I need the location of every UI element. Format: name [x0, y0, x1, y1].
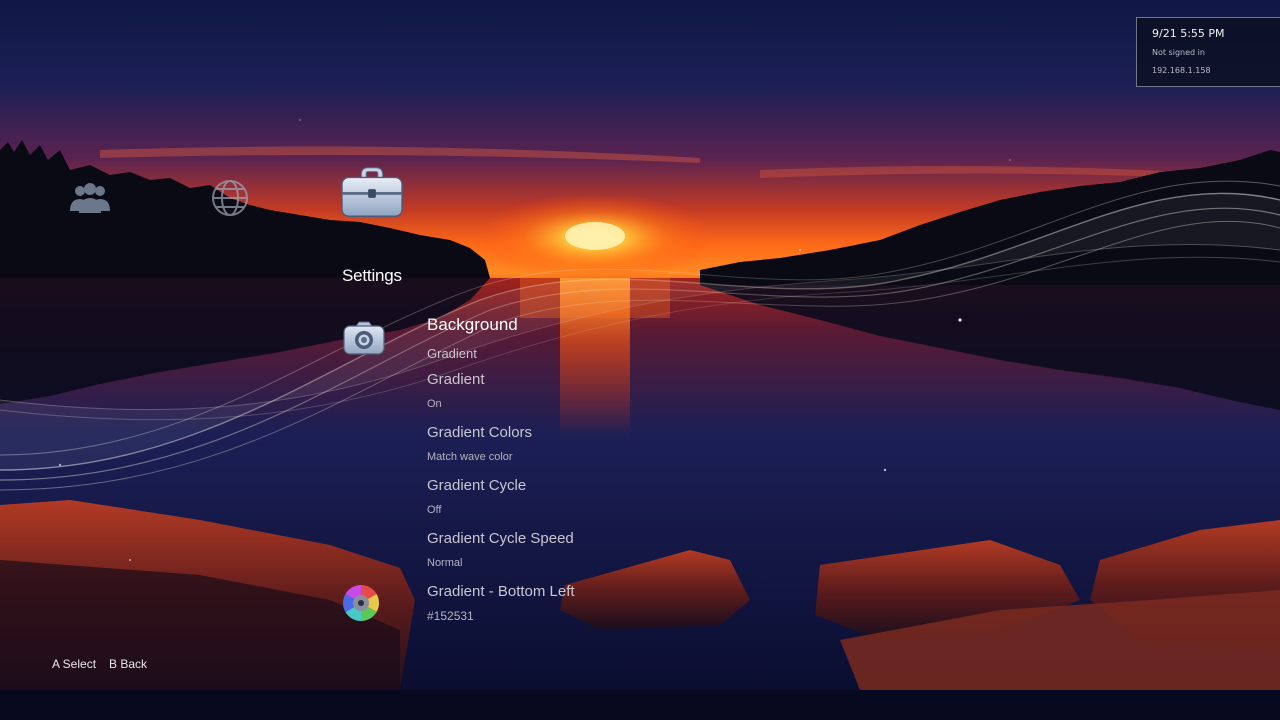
ip-address: 192.168.1.158	[1152, 66, 1211, 75]
setting-gradient-bottom-left[interactable]: Gradient - Bottom Left	[427, 583, 575, 600]
hint-back: B Back	[109, 657, 148, 671]
network-globe-icon[interactable]	[198, 172, 262, 224]
setting-gradient[interactable]: Gradient	[427, 371, 485, 388]
setting-gradient-colors-value: Match wave color	[427, 451, 513, 463]
setting-gradient-colors[interactable]: Gradient Colors	[427, 424, 532, 441]
system-status-panel: 9/21 5:55 PM Not signed in 192.168.1.158	[1136, 17, 1280, 87]
setting-gradient-cycle[interactable]: Gradient Cycle	[427, 477, 526, 494]
color-wheel-icon	[341, 583, 381, 623]
setting-gradient-cycle-speed[interactable]: Gradient Cycle Speed	[427, 530, 574, 547]
setting-gradient-bottom-left-value: #152531	[427, 609, 474, 623]
toolbox-icon[interactable]	[340, 166, 404, 218]
setting-gradient-cycle-value: Off	[427, 504, 442, 516]
friends-icon[interactable]	[58, 172, 122, 224]
setting-gradient-cycle-speed-value: Normal	[427, 557, 463, 569]
category-label-settings: Settings	[342, 266, 402, 285]
setting-gradient-value: On	[427, 398, 442, 410]
sign-in-status: Not signed in	[1152, 48, 1205, 57]
section-subtitle: Gradient	[427, 346, 477, 361]
hint-select: A Select	[52, 657, 97, 671]
lake-sunset-wallpaper	[0, 0, 1280, 720]
date-time: 9/21 5:55 PM	[1152, 27, 1225, 40]
section-title-background[interactable]: Background	[427, 315, 518, 335]
camera-icon	[342, 320, 386, 358]
